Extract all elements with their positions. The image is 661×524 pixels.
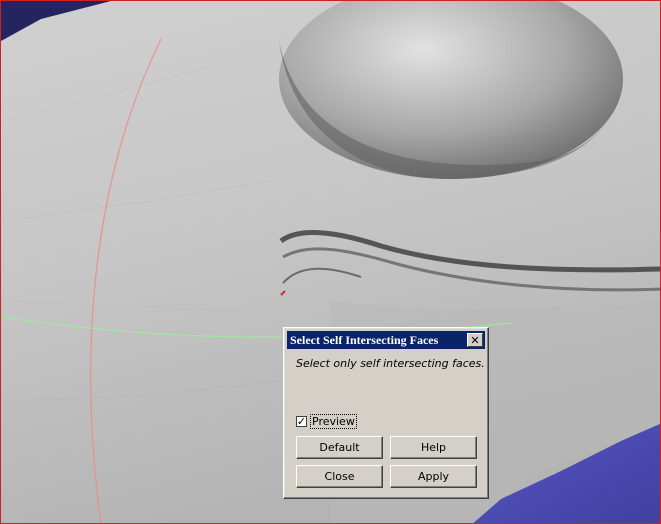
apply-button[interactable]: Apply [390,465,477,488]
close-button[interactable]: Close [296,465,383,488]
default-button[interactable]: Default [296,436,383,459]
help-button[interactable]: Help [390,436,477,459]
dialog-title-bar[interactable]: Select Self Intersecting Faces ✕ [287,331,485,349]
close-icon[interactable]: ✕ [467,333,483,347]
dialog-title: Select Self Intersecting Faces [290,332,439,347]
preview-label[interactable]: Preview [310,414,357,429]
select-self-intersecting-dialog: Select Self Intersecting Faces ✕ Select … [283,327,489,499]
preview-checkbox[interactable]: ✓ [296,416,307,427]
dialog-description: Select only self intersecting faces. [296,357,485,370]
preview-option[interactable]: ✓ Preview [296,414,357,429]
